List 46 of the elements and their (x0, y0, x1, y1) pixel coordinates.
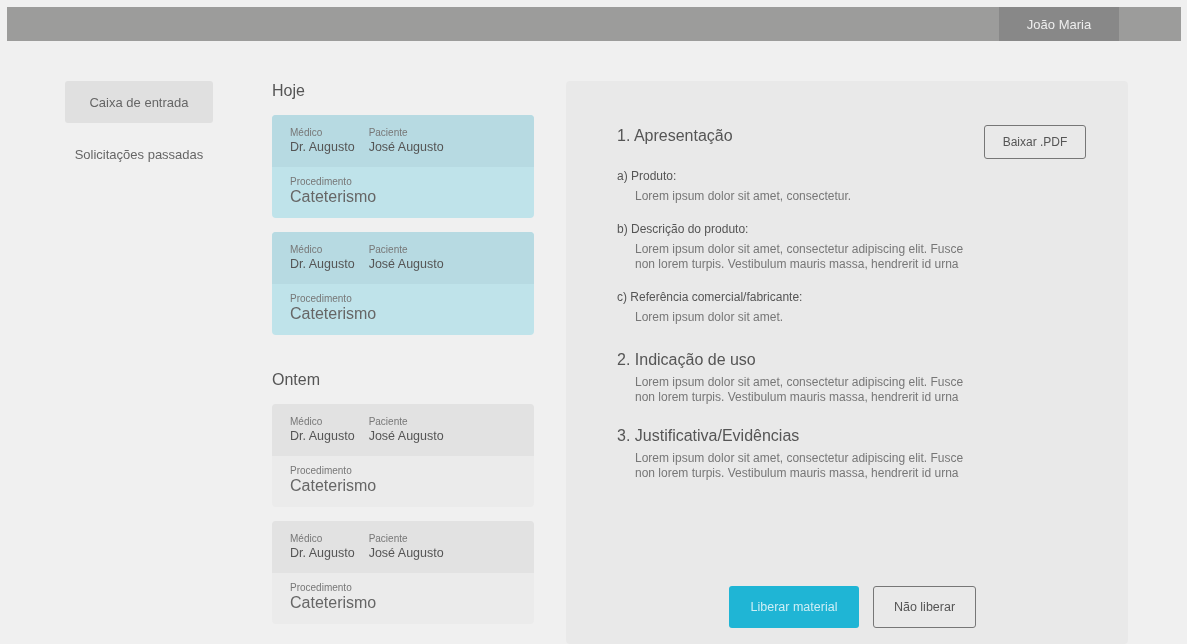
reject-button[interactable]: Não liberar (873, 586, 976, 628)
sidebar-item[interactable]: Caixa de entrada (65, 81, 213, 123)
section-title: 3. Justificativa/Evidências (617, 427, 800, 445)
field-label: Procedimento (290, 293, 353, 304)
field-value: José Augusto (368, 546, 444, 560)
field-label: Médico (290, 127, 324, 138)
section-title: 1. Apresentação (617, 127, 733, 145)
paragraph: Lorem ipsum dolor sit amet, consectetur adipiscing elit. Fusce non lorem turpis. Vestibulum mauris massa, hendrerit id urna (635, 451, 965, 481)
subsection-label: c) Referência comercial/fabricante: (617, 290, 804, 304)
field-label: Procedimento (290, 176, 353, 187)
field-value: Dr. Augusto (290, 546, 355, 560)
request-card[interactable]: Médico Dr. Augusto Paciente José Augusto Procedimento Cateterismo (272, 521, 534, 624)
paragraph: Lorem ipsum dolor sit amet, consectetur adipiscing elit. Fusce non lorem turpis. Vestibulum mauris massa, hendrerit id urna (635, 242, 965, 272)
paragraph: Lorem ipsum dolor sit amet. (635, 310, 785, 325)
paragraph: Lorem ipsum dolor sit amet, consectetur. (635, 189, 853, 204)
request-card[interactable]: Médico Dr. Augusto Paciente José Augusto Procedimento Cateterismo (272, 232, 534, 335)
procedure-value: Cateterismo (290, 477, 378, 495)
user-name[interactable]: João Maria (999, 7, 1119, 41)
sidebar-item[interactable]: Solicitações passadas (65, 133, 213, 175)
field-value: Dr. Augusto (290, 429, 355, 443)
field-label: Médico (290, 244, 324, 255)
field-value: José Augusto (368, 429, 444, 443)
group-heading: Hoje (272, 82, 306, 101)
field-value: Dr. Augusto (290, 257, 355, 271)
field-label: Paciente (368, 533, 409, 544)
field-label: Paciente (368, 416, 409, 427)
subsection-label: a) Produto: (617, 169, 678, 183)
subsection-label: b) Descrição do produto: (617, 222, 750, 236)
field-label: Paciente (368, 244, 409, 255)
section-title: 2. Indicação de uso (617, 351, 756, 369)
field-label: Médico (290, 533, 324, 544)
field-value: José Augusto (368, 140, 444, 154)
field-value: Dr. Augusto (290, 140, 355, 154)
field-value: José Augusto (368, 257, 444, 271)
field-label: Paciente (368, 127, 409, 138)
paragraph: Lorem ipsum dolor sit amet, consectetur adipiscing elit. Fusce non lorem turpis. Vestibulum mauris massa, hendrerit id urna (635, 375, 965, 405)
procedure-value: Cateterismo (290, 594, 378, 612)
procedure-value: Cateterismo (290, 188, 378, 206)
field-label: Médico (290, 416, 324, 427)
field-label: Procedimento (290, 465, 353, 476)
procedure-value: Cateterismo (290, 305, 378, 323)
field-label: Procedimento (290, 582, 353, 593)
group-heading: Ontem (272, 371, 321, 390)
request-card[interactable]: Médico Dr. Augusto Paciente José Augusto Procedimento Cateterismo (272, 115, 534, 218)
request-card[interactable]: Médico Dr. Augusto Paciente José Augusto Procedimento Cateterismo (272, 404, 534, 507)
download-pdf-button[interactable]: Baixar .PDF (984, 125, 1086, 159)
